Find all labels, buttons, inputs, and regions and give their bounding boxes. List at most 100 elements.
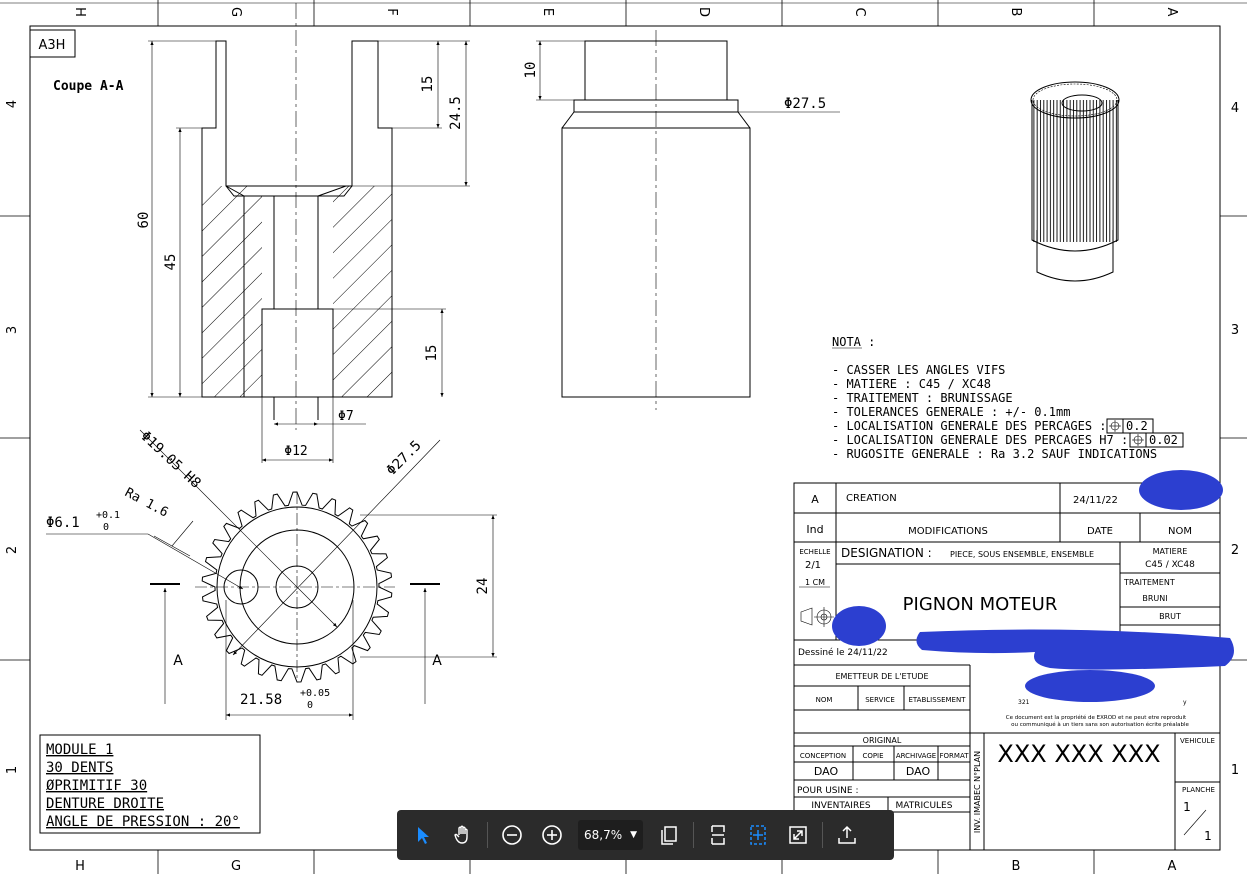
address-suffix: y — [1183, 699, 1187, 706]
col-label: F — [384, 8, 399, 15]
row-label: 2 — [5, 546, 20, 554]
tol-lower: 0 — [307, 700, 313, 711]
nota-line: - TOLERANCES GENERALE : +/- 0.1mm — [832, 405, 1070, 419]
legal-line: Ce document est la propriété de EXROD et… — [1006, 714, 1187, 721]
col-label: A — [1168, 859, 1177, 874]
planche-total: 1 — [1204, 829, 1212, 843]
nom-label: NOM — [816, 696, 833, 704]
gear-spec-line: ANGLE DE PRESSION : 20° — [46, 814, 240, 830]
archivage-label: ARCHIVAGE — [896, 752, 936, 760]
conception-label: CONCEPTION — [800, 752, 846, 760]
row-label: 4 — [5, 100, 20, 108]
row-label: 1 — [1231, 763, 1239, 778]
projection-symbol-icon — [800, 607, 834, 627]
row-label: 2 — [1231, 543, 1239, 558]
col-label: E — [540, 8, 555, 16]
copie-label: COPIE — [862, 752, 883, 760]
dim-phi7: Φ7 — [338, 409, 354, 424]
tol-lower: 0 — [103, 522, 109, 533]
upload-icon — [838, 825, 856, 844]
zoom-out-button[interactable] — [492, 815, 532, 855]
header-date: DATE — [1087, 526, 1113, 537]
format-label-cell: FORMAT — [940, 752, 970, 760]
dim-phi6-1: Φ6.1 — [46, 515, 80, 531]
dim-24-5: 24.5 — [448, 96, 464, 130]
dessine-label: Dessiné le 24/11/22 — [798, 647, 888, 658]
nota-title: NOTA : — [832, 335, 875, 349]
nota-line: - MATIERE : C45 / XC48 — [832, 377, 991, 391]
row-label: 3 — [1231, 323, 1239, 338]
zoom-level-select[interactable]: 68,7% ▼ — [578, 820, 644, 850]
nota-line: - TRAITEMENT : BRUNISSAGE — [832, 391, 1013, 405]
row-label: 3 — [5, 326, 20, 334]
col-label: B — [1008, 8, 1023, 17]
pages-icon — [661, 826, 677, 845]
nota-line: - RUGOSITE GENERALE : Ra 3.2 SAUF INDICA… — [832, 447, 1157, 461]
zoom-out-icon — [502, 825, 522, 845]
fullscreen-icon — [789, 826, 807, 844]
rev-desc: CREATION — [846, 493, 897, 504]
zoom-in-button[interactable] — [532, 815, 572, 855]
header-ind: Ind — [806, 523, 823, 536]
section-view: Coupe A-A 60 45 15 24.5 15 Φ7 Φ12 — [53, 3, 470, 463]
col-label: C — [852, 7, 867, 16]
rev-date: 24/11/22 — [1073, 495, 1118, 506]
matiere-value: C45 / XC48 — [1145, 560, 1195, 570]
archivage-value: DAO — [906, 765, 931, 778]
hand-tool-button[interactable] — [443, 815, 483, 855]
pdf-viewer-toolbar: 68,7% ▼ — [397, 810, 894, 860]
zoom-level-value: 68,7% — [584, 828, 623, 842]
dim-10: 10 — [523, 62, 539, 79]
tol-upper: +0.1 — [96, 510, 120, 521]
matiere-label: MATIERE — [1153, 547, 1188, 556]
col-label: H — [72, 7, 87, 17]
scale-unit: 1 CM — [805, 578, 825, 587]
hand-icon — [454, 825, 468, 844]
svg-text:A3H: A3H — [39, 38, 66, 53]
zoom-in-icon — [542, 825, 562, 845]
dim-15-top: 15 — [420, 76, 436, 93]
dim-phi27-5: Φ27.5 — [784, 96, 826, 112]
fit-page-button[interactable] — [738, 815, 778, 855]
original-label: ORIGINAL — [863, 736, 902, 745]
vehicule-label: VEHICULE — [1180, 737, 1215, 745]
dim-phi27-5-front: Φ27.5 — [384, 438, 425, 479]
traitement-value: BRUNI — [1142, 594, 1167, 603]
part-name: PIGNON MOTEUR — [903, 594, 1058, 615]
col-label: A — [1164, 8, 1179, 17]
designation-sub: PIECE, SOUS ENSEMBLE, ENSEMBLE — [950, 550, 1094, 559]
etat-value: BRUT — [1159, 612, 1181, 621]
col-label: B — [1012, 859, 1021, 874]
cut-label: A — [432, 653, 442, 669]
scale-value: 2/1 — [805, 560, 821, 571]
chevron-down-icon: ▼ — [630, 830, 638, 840]
fit-width-button[interactable] — [698, 815, 738, 855]
tolerance-value: 0.02 — [1149, 433, 1178, 447]
address-number: 321 — [1018, 699, 1030, 706]
planche-label: PLANCHE — [1182, 786, 1215, 794]
gear-spec-line: MODULE 1 — [46, 742, 113, 758]
designation-label: DESIGNATION : — [841, 546, 932, 560]
dim-45: 45 — [163, 254, 179, 271]
share-button[interactable] — [827, 815, 867, 855]
header-nom: NOM — [1168, 526, 1192, 537]
dim-15-bottom: 15 — [424, 345, 440, 362]
row-label: 4 — [1231, 101, 1239, 116]
row-label: 1 — [5, 766, 20, 774]
column-labels-top: H G F E D C B A — [72, 7, 1179, 17]
select-tool-button[interactable] — [403, 815, 443, 855]
tol-upper: +0.05 — [300, 688, 330, 699]
cursor-icon — [418, 827, 429, 844]
matricules-label: MATRICULES — [896, 801, 953, 811]
technical-drawing: H G F E D C B A H G B A 4 3 2 1 4 3 2 1 … — [0, 0, 1247, 874]
fullscreen-button[interactable] — [778, 815, 818, 855]
nota-block: NOTA : - CASSER LES ANGLES VIFS - MATIER… — [832, 335, 1184, 461]
col-label: G — [231, 859, 241, 874]
gear-spec-line: ØPRIMITIF 30 — [46, 778, 147, 794]
section-title: Coupe A-A — [53, 79, 124, 94]
cut-label: A — [173, 653, 183, 669]
fit-page-icon — [750, 825, 766, 845]
dim-60: 60 — [136, 212, 152, 229]
page-view-button[interactable] — [649, 815, 689, 855]
nota-line: - LOCALISATION GENERALE DES PERCAGES : — [832, 419, 1107, 433]
